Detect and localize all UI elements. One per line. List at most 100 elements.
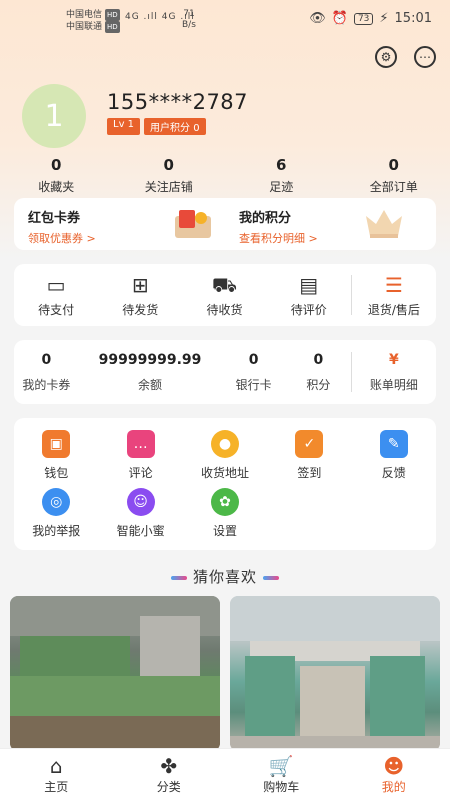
- order-refund[interactable]: ☰ 退货/售后: [352, 273, 436, 318]
- order-pending-payment[interactable]: ▭ 待支付: [14, 273, 98, 318]
- tool-label: 签到: [297, 466, 322, 480]
- assistant-icon: ☺: [126, 488, 155, 516]
- net-speed-value: 71: [183, 9, 195, 19]
- points-entry[interactable]: 我的积分 查看积分明细 >: [225, 198, 436, 250]
- guess-title: 猜你喜欢: [192, 568, 257, 586]
- level-badge: Lv 1: [107, 118, 141, 135]
- wallet-num: 0: [313, 351, 324, 368]
- tool-label: 我的举报: [32, 524, 81, 538]
- settings-icon[interactable]: ⚙: [375, 46, 397, 68]
- product-card-image[interactable]: [230, 596, 440, 751]
- tool-label: 智能小蜜: [116, 524, 165, 538]
- tool-comments[interactable]: … 评论: [98, 430, 182, 488]
- wallet-icon: ▭: [46, 272, 66, 297]
- order-pending-review[interactable]: ▤ 待评价: [267, 273, 351, 318]
- order-label: 待收货: [206, 302, 243, 317]
- chat-icon: …: [126, 430, 155, 458]
- stat-num: 0: [163, 156, 174, 174]
- guess-section-title: 猜你喜欢: [0, 566, 450, 587]
- nav-label: 购物车: [263, 780, 300, 794]
- avatar[interactable]: 1: [22, 84, 86, 148]
- wallet-bill-details[interactable]: ¥ 账单明细: [352, 352, 436, 393]
- points-title: 我的积分: [239, 211, 292, 226]
- user-phone: 155****2787: [107, 90, 249, 114]
- stat-label: 足迹: [269, 180, 294, 194]
- nav-cart[interactable]: 🛒 购物车: [225, 749, 338, 800]
- location-icon: ●: [210, 430, 239, 458]
- points-badge: 用户积分 0: [144, 118, 206, 135]
- tools-card: ▣ 钱包 … 评论 ● 收货地址 ✓ 签到 ✎ 反馈 ◎ 我的举报 ☺ 智能小蜜…: [14, 418, 436, 550]
- order-label: 待评价: [290, 302, 327, 317]
- tool-assistant[interactable]: ☺ 智能小蜜: [98, 488, 182, 546]
- tool-address[interactable]: ● 收货地址: [183, 430, 267, 488]
- decor-dash: [263, 575, 279, 580]
- promo-card: 红包卡券 领取优惠券 > 我的积分 查看积分明细 >: [14, 198, 436, 250]
- user-icon: ☻: [383, 754, 405, 778]
- tool-feedback[interactable]: ✎ 反馈: [352, 430, 436, 488]
- charging-icon: ⚡: [379, 11, 389, 26]
- stat-num: 0: [51, 156, 62, 174]
- hd-badge: HD: [105, 9, 120, 21]
- tool-checkin[interactable]: ✓ 签到: [267, 430, 351, 488]
- crown-icon: [366, 210, 402, 238]
- coupon-entry[interactable]: 红包卡券 领取优惠券 >: [14, 198, 225, 250]
- status-right: 👁 ⏰ 73 ⚡ 15:01: [309, 11, 432, 26]
- tool-label: 反馈: [381, 466, 406, 480]
- wallet-label: 账单明细: [369, 377, 418, 392]
- order-pending-shipment[interactable]: ⊞ 待发货: [98, 273, 182, 318]
- alarm-icon: ⏰: [331, 11, 348, 26]
- cart-icon: 🛒: [268, 754, 294, 778]
- tool-settings[interactable]: ✿ 设置: [183, 488, 267, 546]
- red-packet-icon: [175, 210, 211, 238]
- nav-mine[interactable]: ☻ 我的: [338, 749, 450, 800]
- tool-label: 收货地址: [200, 466, 249, 480]
- nav-category[interactable]: ✤ 分类: [113, 749, 226, 800]
- battery-icon: 73: [353, 12, 374, 25]
- tool-report[interactable]: ◎ 我的举报: [14, 488, 98, 546]
- wallet-coupons[interactable]: 0 我的卡券: [14, 352, 79, 393]
- points-link[interactable]: 查看积分明细 >: [239, 230, 436, 246]
- box-icon: ⊞: [131, 272, 149, 297]
- carrier-info: 中国电信 HD 中国联通 HD: [66, 9, 120, 33]
- stat-favorites[interactable]: 0 收藏夹: [0, 156, 113, 195]
- settings-icon: ✿: [210, 488, 239, 516]
- stat-label: 全部订单: [369, 180, 418, 194]
- product-card-image[interactable]: [10, 596, 220, 751]
- calendar-icon: ✓: [295, 430, 324, 458]
- nav-home[interactable]: ⌂ 主页: [0, 749, 113, 800]
- stat-all-orders[interactable]: 0 全部订单: [338, 156, 450, 195]
- eye-icon: 👁: [309, 11, 326, 26]
- tool-wallet[interactable]: ▣ 钱包: [14, 430, 98, 488]
- nav-label: 分类: [156, 780, 181, 794]
- wallet-num: 99999999.99: [98, 351, 202, 368]
- user-badges: Lv 1 用户积分 0: [107, 118, 206, 135]
- wallet-num: 0: [248, 351, 259, 368]
- order-label: 退货/售后: [367, 302, 420, 317]
- carrier-1: 中国电信: [66, 10, 103, 20]
- product-image-machine: [230, 596, 440, 751]
- comment-icon: ▤: [299, 272, 319, 297]
- wallet-bank-cards[interactable]: 0 银行卡: [221, 352, 286, 393]
- stat-followed-shops[interactable]: 0 关注店铺: [113, 156, 226, 195]
- tool-label: 设置: [212, 524, 237, 538]
- nav-label: 主页: [44, 780, 69, 794]
- stat-num: 0: [388, 156, 399, 174]
- wallet-label: 我的卡券: [22, 377, 71, 392]
- truck-icon: ⛟: [211, 272, 238, 297]
- order-label: 待发货: [122, 302, 159, 317]
- user-stats: 0 收藏夹 0 关注店铺 6 足迹 0 全部订单: [0, 156, 450, 195]
- wallet-icon: ▣: [42, 430, 71, 458]
- feedback-icon: ✎: [379, 430, 408, 458]
- orders-card: ▭ 待支付 ⊞ 待发货 ⛟ 待收货 ▤ 待评价 ☰ 退货/售后: [14, 264, 436, 326]
- stat-label: 关注店铺: [144, 180, 193, 194]
- stat-footprints[interactable]: 6 足迹: [225, 156, 338, 195]
- order-pending-receipt[interactable]: ⛟ 待收货: [182, 273, 266, 318]
- nav-label: 我的: [381, 780, 406, 794]
- bottom-nav: ⌂ 主页 ✤ 分类 🛒 购物车 ☻ 我的: [0, 748, 450, 800]
- message-icon[interactable]: ⋯: [414, 46, 436, 68]
- wallet-label: 银行卡: [235, 377, 272, 392]
- wallet-label: 积分: [306, 377, 331, 392]
- wallet-points[interactable]: 0 积分: [286, 352, 351, 393]
- wallet-balance[interactable]: 99999999.99 余额: [79, 352, 222, 393]
- refund-icon: ☰: [384, 272, 403, 297]
